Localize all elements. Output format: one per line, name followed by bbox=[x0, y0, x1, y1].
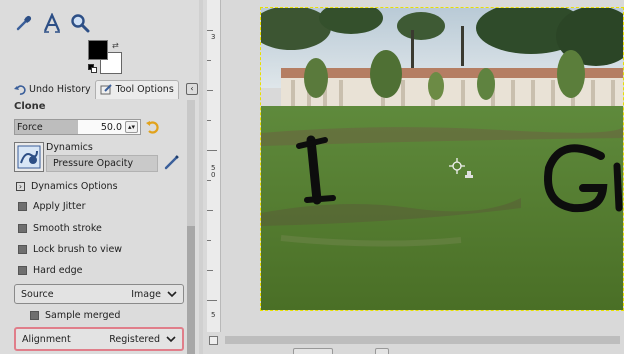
swap-colors-icon[interactable]: ⇄ bbox=[112, 41, 119, 50]
source-value: Image bbox=[131, 288, 161, 300]
ruler-label: 5 bbox=[211, 311, 216, 319]
dynamics-options-expander[interactable]: › Dynamics Options bbox=[16, 181, 118, 192]
tab-menu-icon[interactable]: ‹ bbox=[186, 83, 198, 95]
text-tool[interactable] bbox=[42, 12, 62, 34]
hard-edge-label: Hard edge bbox=[33, 265, 83, 276]
foreground-color-swatch[interactable] bbox=[88, 40, 108, 60]
color-picker-tool[interactable] bbox=[14, 12, 34, 34]
zoom-tool[interactable] bbox=[70, 12, 90, 34]
dock-scrollbar[interactable] bbox=[187, 100, 195, 354]
dynamics-options-label: Dynamics Options bbox=[31, 181, 118, 192]
force-spin-icon[interactable]: ▴▾ bbox=[125, 121, 138, 133]
alignment-label: Alignment bbox=[22, 333, 71, 345]
alignment-value: Registered bbox=[109, 333, 160, 345]
status-field[interactable] bbox=[293, 348, 333, 354]
tab-tool-options-label: Tool Options bbox=[115, 84, 174, 95]
sample-merged-checkbox[interactable] bbox=[30, 311, 39, 320]
color-swatches: ⇄ bbox=[88, 40, 126, 74]
photo-canvas[interactable] bbox=[260, 7, 624, 311]
ruler-label: 3 bbox=[211, 33, 216, 41]
tool-options-title: Clone bbox=[14, 101, 46, 112]
dynamics-icon bbox=[17, 145, 41, 169]
force-slider[interactable]: Force 50.0 ▴▾ bbox=[14, 119, 141, 135]
smooth-stroke-checkbox[interactable] bbox=[18, 224, 27, 233]
hard-edge-checkbox[interactable] bbox=[18, 266, 27, 275]
apply-jitter-checkbox[interactable] bbox=[18, 202, 27, 211]
horizontal-scrollbar[interactable] bbox=[225, 336, 620, 344]
hard-edge-option[interactable]: Hard edge bbox=[18, 265, 83, 276]
smooth-stroke-label: Smooth stroke bbox=[33, 223, 102, 234]
chevron-down-icon bbox=[167, 290, 177, 297]
tab-tool-options[interactable]: Tool Options bbox=[94, 79, 179, 99]
undo-history-icon bbox=[14, 84, 26, 95]
alignment-select[interactable]: Alignment Registered bbox=[14, 327, 184, 351]
navigate-corner-icon[interactable] bbox=[209, 336, 218, 345]
chevron-down-icon bbox=[166, 335, 176, 342]
dynamics-select[interactable]: Pressure Opacity bbox=[46, 155, 158, 172]
dock-scrollbar-thumb[interactable] bbox=[187, 226, 195, 354]
source-label: Source bbox=[21, 288, 54, 300]
expander-icon: › bbox=[16, 182, 25, 191]
vertical-ruler[interactable]: 3 5 0 5 bbox=[207, 0, 221, 332]
source-select[interactable]: Source Image bbox=[14, 284, 184, 304]
dynamics-preview-button[interactable] bbox=[14, 142, 44, 172]
edit-dynamics-icon[interactable] bbox=[163, 153, 181, 171]
dock-tab-bar: Undo History Tool Options ‹ bbox=[10, 79, 198, 99]
tool-options-icon bbox=[100, 84, 112, 95]
campus-photo bbox=[261, 8, 623, 310]
force-label: Force bbox=[17, 122, 43, 133]
dynamics-label: Dynamics bbox=[46, 142, 93, 153]
tool-row bbox=[14, 12, 90, 36]
lock-brush-label: Lock brush to view bbox=[33, 244, 123, 255]
default-colors-icon[interactable] bbox=[88, 64, 98, 73]
ruler-label: 5 0 bbox=[211, 164, 216, 179]
eyedropper-icon bbox=[16, 15, 32, 31]
smooth-stroke-option[interactable]: Smooth stroke bbox=[18, 223, 102, 234]
apply-jitter-label: Apply Jitter bbox=[33, 201, 86, 212]
lock-brush-option[interactable]: Lock brush to view bbox=[18, 244, 122, 255]
lock-brush-checkbox[interactable] bbox=[18, 245, 27, 254]
tab-undo-history-label: Undo History bbox=[29, 83, 91, 95]
image-canvas-area: 3 5 0 5 bbox=[203, 0, 624, 354]
status-button[interactable] bbox=[375, 348, 389, 354]
magnifier-icon bbox=[71, 14, 90, 33]
text-tool-icon bbox=[43, 13, 61, 33]
sample-merged-option[interactable]: Sample merged bbox=[30, 310, 120, 321]
force-value: 50.0 bbox=[100, 122, 122, 133]
apply-jitter-option[interactable]: Apply Jitter bbox=[18, 201, 85, 212]
reset-force-icon[interactable] bbox=[145, 120, 159, 134]
sample-merged-label: Sample merged bbox=[45, 310, 121, 321]
toolbox-dock: ⇄ Undo History Tool Options ‹ Clone Forc… bbox=[0, 0, 203, 354]
tab-undo-history[interactable]: Undo History bbox=[10, 80, 95, 99]
